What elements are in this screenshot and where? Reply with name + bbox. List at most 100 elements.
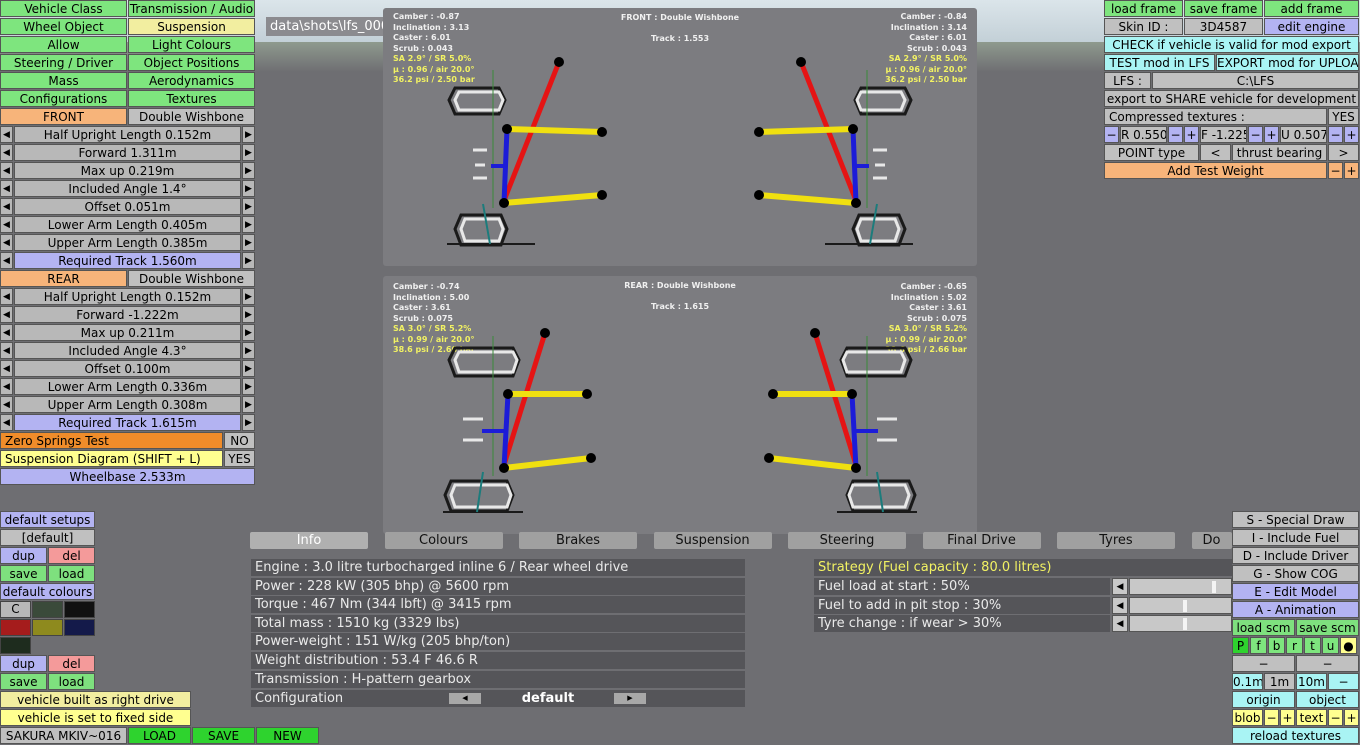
front-type-button[interactable]: Double Wishbone [128,108,255,125]
menu-item-7[interactable]: Object Positions [128,54,255,71]
strategy-slider[interactable] [1129,615,1232,633]
rear-decrease-icon[interactable]: ◀ [0,360,13,377]
letter-toggle-2[interactable]: b [1268,637,1285,654]
strategy-decrease-icon[interactable]: ◀ [1112,578,1128,595]
front-setting-row[interactable]: Upper Arm Length 0.385m [14,234,241,251]
save-frame-button[interactable]: save frame [1184,0,1263,17]
draw-option-0[interactable]: S - Special Draw [1232,511,1359,528]
rear-increase-icon[interactable]: ▶ [242,360,255,377]
edit-engine-button[interactable]: edit engine [1264,18,1359,35]
text-plus-button[interactable]: + [1344,709,1359,726]
rear-decrease-icon[interactable]: ◀ [0,324,13,341]
vehicle-name[interactable]: SAKURA MKIV~016 [0,727,127,744]
rear-setting-row[interactable]: Half Upright Length 0.152m [14,288,241,305]
add-frame-button[interactable]: add frame [1264,0,1359,17]
rear-decrease-icon[interactable]: ◀ [0,396,13,413]
export-mod-button[interactable]: EXPORT mod for UPLOAD [1216,54,1359,71]
setup-current[interactable]: [default] [0,529,95,546]
colour-swatch[interactable] [0,637,31,654]
strategy-decrease-icon[interactable]: ◀ [1112,615,1128,633]
share-export-button[interactable]: export to SHARE vehicle for development [1104,90,1359,107]
blob-button[interactable]: blob [1232,709,1263,726]
dist-0-1m-button[interactable]: 0.1m [1232,673,1263,690]
front-setting-row[interactable]: Forward 1.311m [14,144,241,161]
config-next-icon[interactable]: ▶ [614,693,646,704]
menu-item-0[interactable]: Vehicle Class [0,0,127,17]
save-scm-button[interactable]: save scm [1296,619,1359,636]
dist-1m-button[interactable]: 1m [1264,673,1295,690]
front-decrease-icon[interactable]: ◀ [0,144,13,161]
lfs-path-field[interactable]: C:\LFS [1152,72,1359,89]
compressed-textures-toggle[interactable]: YES [1328,108,1359,125]
rear-decrease-icon[interactable]: ◀ [0,306,13,323]
front-increase-icon[interactable]: ▶ [242,144,255,161]
minus-button[interactable]: − [1296,655,1359,672]
vehicle-new-button[interactable]: NEW [256,727,319,744]
r-minus-button[interactable]: − [1104,126,1119,143]
menu-item-1[interactable]: Transmission / Audio [128,0,255,17]
letter-toggle-6[interactable]: ● [1340,637,1357,654]
colour-swatch[interactable] [0,619,31,636]
rear-increase-icon[interactable]: ▶ [242,306,255,323]
front-track-decrease-icon[interactable]: ◀ [0,252,13,269]
point-prev-icon[interactable]: < [1200,144,1231,161]
menu-item-2[interactable]: Wheel Object [0,18,127,35]
vehicle-save-button[interactable]: SAVE [192,727,255,744]
draw-option-5[interactable]: A - Animation [1232,601,1359,618]
rear-track-decrease-icon[interactable]: ◀ [0,414,13,431]
rear-setting-row[interactable]: Included Angle 4.3° [14,342,241,359]
front-increase-icon[interactable]: ▶ [242,126,255,143]
setup-del-button[interactable]: del [48,547,95,564]
rear-decrease-icon[interactable]: ◀ [0,288,13,305]
text-button[interactable]: text [1296,709,1327,726]
colour-dup-button[interactable]: dup [0,655,47,672]
config-prev-icon[interactable]: ◀ [449,693,481,704]
menu-item-10[interactable]: Configurations [0,90,127,107]
load-frame-button[interactable]: load frame [1104,0,1183,17]
letter-toggle-5[interactable]: u [1322,637,1339,654]
rear-increase-icon[interactable]: ▶ [242,396,255,413]
menu-item-3[interactable]: Suspension [128,18,255,35]
slider-handle[interactable] [1211,581,1216,593]
colour-save-button[interactable]: save [0,673,47,690]
tab-3[interactable]: Suspension [653,532,772,549]
dist-minus-button[interactable]: − [1328,673,1359,690]
fixed-side-toggle[interactable]: vehicle is set to fixed side [0,709,191,726]
letter-toggle-4[interactable]: t [1304,637,1321,654]
point-next-icon[interactable]: > [1328,144,1359,161]
front-setting-row[interactable]: Half Upright Length 0.152m [14,126,241,143]
colour-swatch[interactable] [64,601,95,618]
setup-dup-button[interactable]: dup [0,547,47,564]
front-required-track[interactable]: Required Track 1.560m [14,252,241,269]
front-increase-icon[interactable]: ▶ [242,180,255,197]
check-mod-button[interactable]: CHECK if vehicle is valid for mod export [1104,36,1359,53]
rear-setting-row[interactable]: Upper Arm Length 0.308m [14,396,241,413]
f-minus-button[interactable]: − [1248,126,1263,143]
tab-5[interactable]: Final Drive [922,532,1041,549]
front-setting-row[interactable]: Lower Arm Length 0.405m [14,216,241,233]
front-decrease-icon[interactable]: ◀ [0,162,13,179]
tab-2[interactable]: Brakes [519,532,637,549]
menu-item-9[interactable]: Aerodynamics [128,72,255,89]
front-track-increase-icon[interactable]: ▶ [242,252,255,269]
letter-toggle-3[interactable]: r [1286,637,1303,654]
rear-required-track[interactable]: Required Track 1.615m [14,414,241,431]
front-increase-icon[interactable]: ▶ [242,234,255,251]
rear-setting-row[interactable]: Max up 0.211m [14,324,241,341]
colour-swatch[interactable] [64,619,95,636]
weight-minus-button[interactable]: − [1328,162,1343,179]
colour-c-button[interactable]: C [0,601,31,618]
front-increase-icon[interactable]: ▶ [242,216,255,233]
object-button[interactable]: object [1296,691,1359,708]
origin-button[interactable]: origin [1232,691,1295,708]
suspension-diagram-toggle[interactable]: YES [224,450,255,467]
colour-swatch[interactable] [32,601,63,618]
add-test-weight-button[interactable]: Add Test Weight [1104,162,1327,179]
front-setting-row[interactable]: Offset 0.051m [14,198,241,215]
rear-decrease-icon[interactable]: ◀ [0,342,13,359]
rear-type-button[interactable]: Double Wishbone [128,270,255,287]
menu-item-5[interactable]: Light Colours [128,36,255,53]
strategy-slider[interactable] [1129,578,1232,595]
text-minus-button[interactable]: − [1328,709,1343,726]
setup-load-button[interactable]: load [48,565,95,582]
